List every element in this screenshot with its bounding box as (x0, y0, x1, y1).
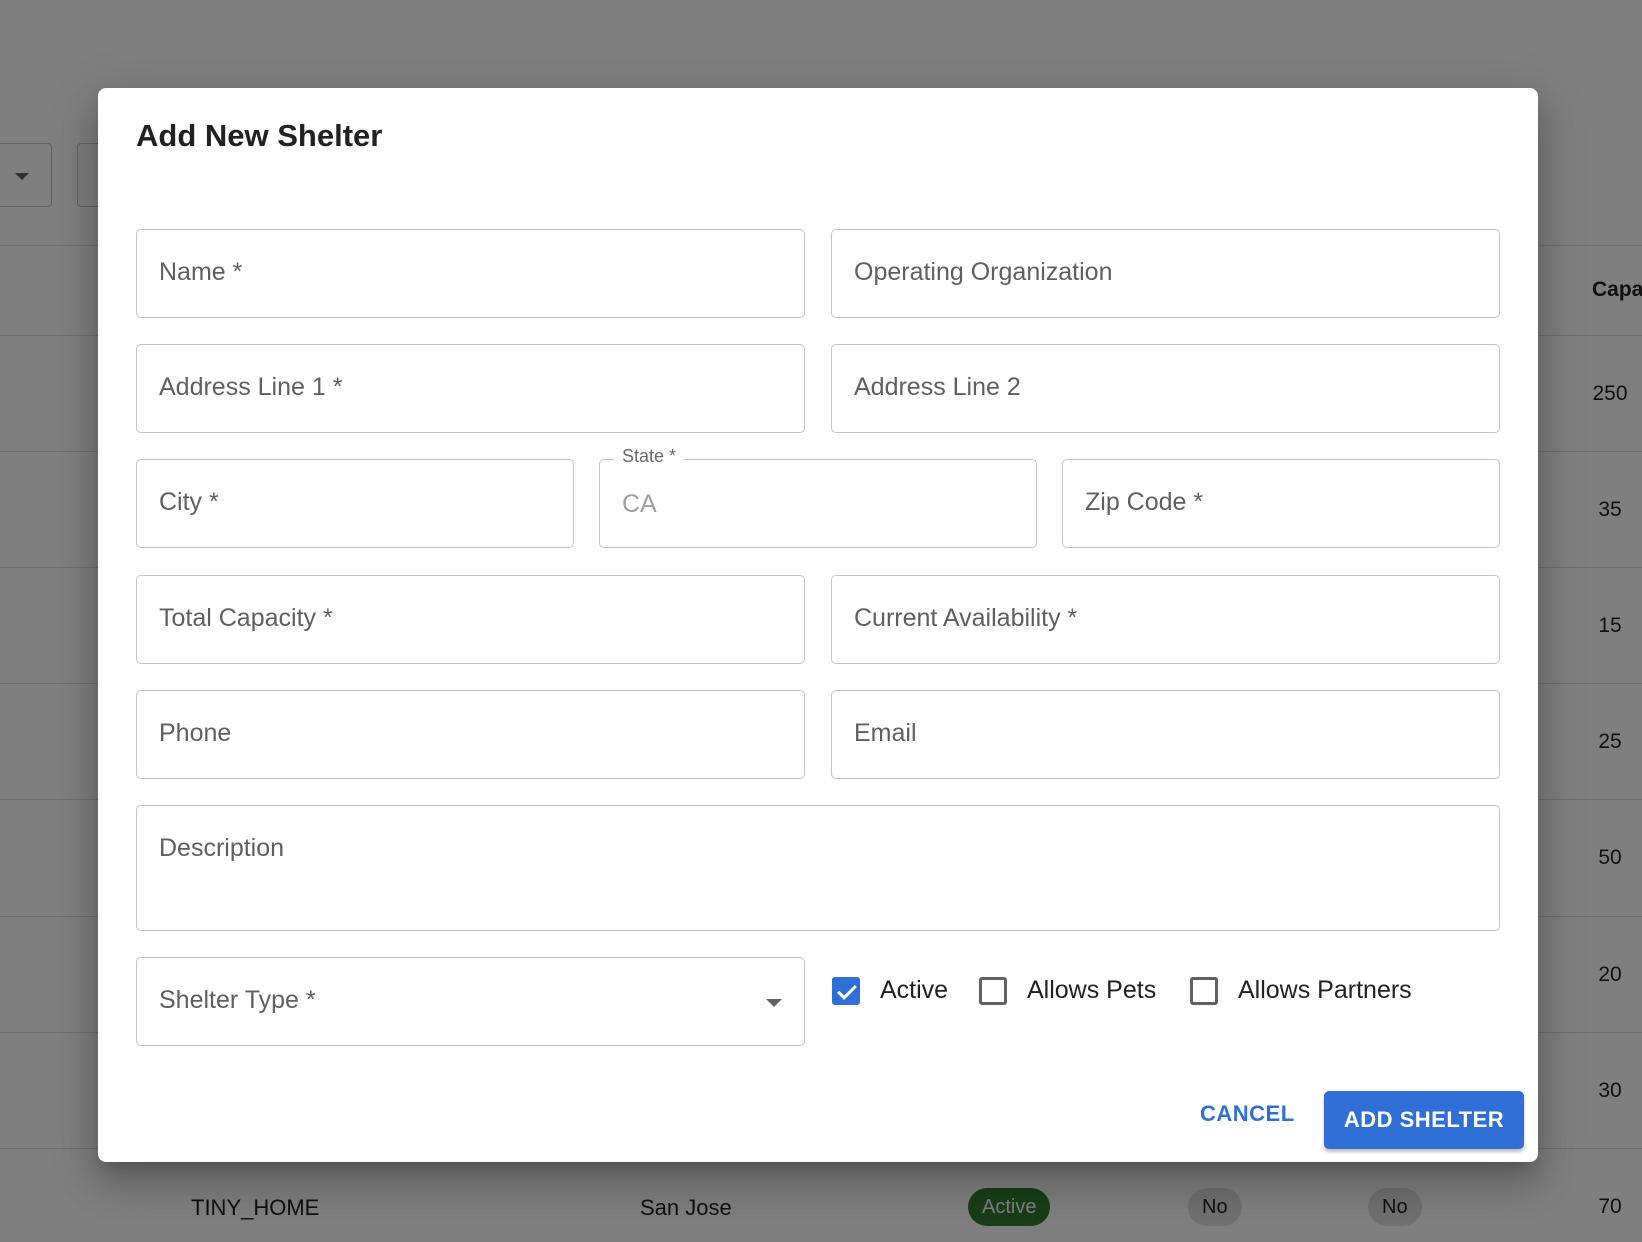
chevron-down-icon[interactable] (766, 999, 782, 1007)
address-line-2-label: Address Line 2 (854, 373, 1021, 401)
address-line-1-label: Address Line 1 * (159, 373, 343, 401)
total-capacity-label: Total Capacity * (159, 604, 333, 632)
email-label: Email (854, 719, 917, 747)
allows-pets-checkbox[interactable]: Allows Pets (979, 976, 1156, 1005)
total-capacity-field[interactable]: Total Capacity * (136, 575, 805, 664)
state-label: State * (614, 446, 685, 467)
operating-organization-label: Operating Organization (854, 258, 1113, 286)
check-icon[interactable] (832, 976, 860, 1005)
operating-organization-field[interactable]: Operating Organization (831, 229, 1500, 318)
name-field[interactable]: Name * (136, 229, 805, 318)
zip-code-field[interactable]: Zip Code * (1062, 459, 1500, 548)
zip-code-label: Zip Code * (1085, 488, 1204, 516)
checkbox-box[interactable] (979, 976, 1007, 1005)
active-checkbox-label[interactable]: Active (880, 976, 948, 1005)
city-label: City * (159, 488, 219, 516)
phone-field[interactable]: Phone (136, 690, 805, 779)
allows-partners-checkbox[interactable]: Allows Partners (1190, 976, 1412, 1005)
checkbox-box[interactable] (1190, 976, 1218, 1005)
description-field[interactable]: Description (136, 805, 1500, 931)
cancel-button[interactable]: CANCEL (1200, 1092, 1295, 1136)
state-value: CA (622, 490, 657, 518)
add-shelter-dialog: Add New Shelter Name * Operating Organiz… (98, 88, 1538, 1162)
city-field[interactable]: City * (136, 459, 574, 548)
add-shelter-button[interactable]: ADD SHELTER (1324, 1091, 1524, 1149)
name-field-label: Name * (159, 258, 243, 286)
current-availability-label: Current Availability * (854, 604, 1078, 632)
dialog-title: Add New Shelter (136, 118, 383, 153)
current-availability-field[interactable]: Current Availability * (831, 575, 1500, 664)
shelter-type-select[interactable]: Shelter Type * (136, 957, 805, 1046)
description-label: Description (159, 834, 285, 862)
state-field[interactable]: State * CA (599, 446, 1037, 548)
phone-label: Phone (159, 719, 232, 747)
allows-pets-checkbox-label[interactable]: Allows Pets (1027, 976, 1156, 1005)
active-checkbox[interactable]: Active (832, 976, 948, 1005)
allows-partners-checkbox-label[interactable]: Allows Partners (1238, 976, 1412, 1005)
shelter-type-label: Shelter Type * (159, 986, 316, 1014)
address-line-2-field[interactable]: Address Line 2 (831, 344, 1500, 433)
email-field[interactable]: Email (831, 690, 1500, 779)
address-line-1-field[interactable]: Address Line 1 * (136, 344, 805, 433)
